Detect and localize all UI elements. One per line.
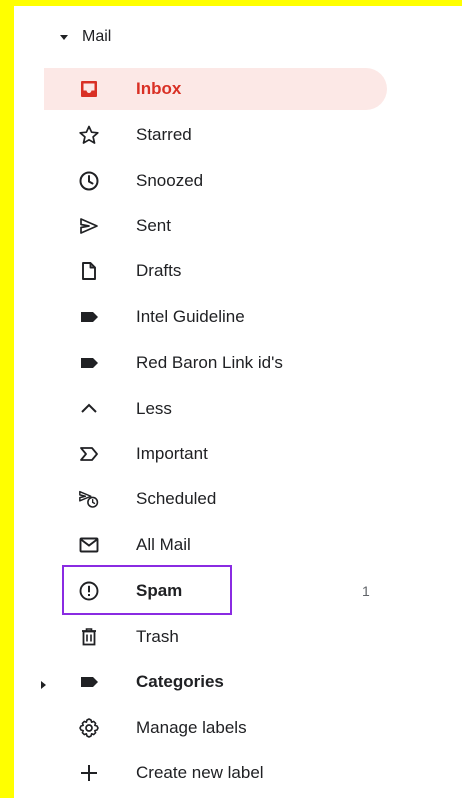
inbox-icon bbox=[78, 78, 100, 100]
nav-label: Less bbox=[136, 399, 172, 418]
nav-item-create-new-label[interactable]: Create new label bbox=[44, 752, 387, 794]
nav-item-less[interactable]: Less bbox=[44, 388, 387, 430]
nav-item-sent[interactable]: Sent bbox=[44, 205, 387, 247]
trash-icon bbox=[78, 626, 100, 648]
star-icon bbox=[78, 124, 100, 146]
label-icon bbox=[78, 306, 100, 328]
nav-item-drafts[interactable]: Drafts bbox=[44, 250, 387, 292]
nav-label: Important bbox=[136, 444, 208, 463]
mail-section-label: Mail bbox=[82, 28, 112, 45]
nav-label: Drafts bbox=[136, 261, 182, 280]
scheduled-send-icon bbox=[78, 488, 100, 510]
nav-label: Manage labels bbox=[136, 718, 247, 737]
nav-label: Scheduled bbox=[136, 489, 217, 508]
nav-item-snoozed[interactable]: Snoozed bbox=[44, 160, 387, 202]
mail-sidebar: Mail Inbox Starred Snoozed Sent Drafts I… bbox=[14, 6, 462, 798]
chevron-up-icon bbox=[78, 398, 100, 420]
important-icon bbox=[78, 443, 100, 465]
unread-count-badge: 1 bbox=[362, 583, 370, 599]
gear-icon bbox=[78, 717, 100, 739]
draft-icon bbox=[78, 260, 100, 282]
nav-label: Sent bbox=[136, 216, 171, 235]
nav-label: Red Baron Link id's bbox=[136, 353, 283, 372]
nav-item-scheduled[interactable]: Scheduled bbox=[44, 478, 387, 520]
mail-section-toggle[interactable]: Mail bbox=[14, 20, 314, 54]
nav-item-important[interactable]: Important bbox=[44, 433, 387, 475]
nav-item-red-baron-link-ids[interactable]: Red Baron Link id's bbox=[44, 342, 387, 384]
nav-label: Intel Guideline bbox=[136, 307, 245, 326]
nav-item-categories[interactable]: Categories bbox=[41, 661, 387, 703]
label-icon bbox=[78, 671, 100, 693]
send-icon bbox=[78, 215, 100, 237]
nav-label: Snoozed bbox=[136, 171, 204, 190]
nav-item-trash[interactable]: Trash bbox=[44, 616, 387, 658]
caret-right-icon[interactable] bbox=[38, 677, 48, 689]
nav-label: All Mail bbox=[136, 535, 191, 554]
nav-item-inbox[interactable]: Inbox bbox=[44, 68, 387, 110]
spam-highlight-box bbox=[62, 565, 232, 615]
clock-icon bbox=[78, 170, 100, 192]
label-icon bbox=[78, 352, 100, 374]
nav-item-all-mail[interactable]: All Mail bbox=[44, 524, 387, 566]
mail-icon bbox=[78, 534, 100, 556]
nav-item-starred[interactable]: Starred bbox=[44, 114, 387, 156]
nav-label: Inbox bbox=[136, 79, 182, 98]
nav-item-intel-guideline[interactable]: Intel Guideline bbox=[44, 296, 387, 338]
nav-label: Create new label bbox=[136, 763, 264, 782]
nav-item-manage-labels[interactable]: Manage labels bbox=[44, 707, 387, 749]
plus-icon bbox=[78, 762, 100, 784]
caret-down-icon bbox=[58, 31, 70, 43]
nav-label: Starred bbox=[136, 125, 192, 144]
nav-label: Trash bbox=[136, 627, 179, 646]
nav-label: Categories bbox=[136, 672, 224, 691]
